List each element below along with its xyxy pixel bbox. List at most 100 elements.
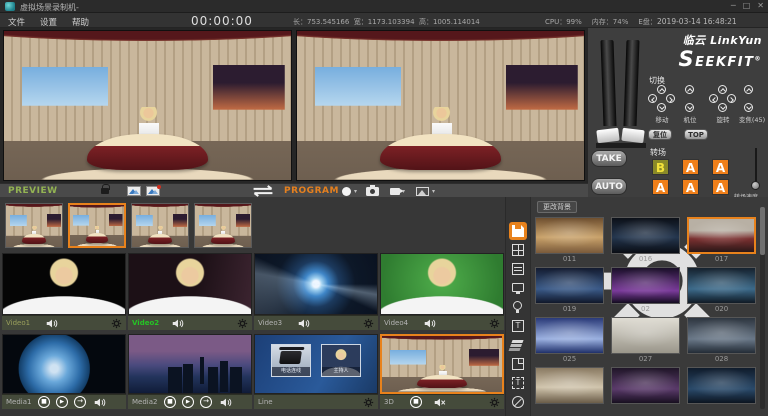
scene-thumbnail[interactable] <box>535 367 604 404</box>
transition-a-button[interactable]: A <box>682 179 699 195</box>
camera-down-button[interactable] <box>685 103 694 112</box>
rotate-left-button[interactable] <box>709 94 718 103</box>
reset-button[interactable]: 复位 <box>648 129 672 140</box>
stop-button[interactable] <box>410 396 422 408</box>
scrollbar-track[interactable] <box>760 207 765 409</box>
media1-thumbnail[interactable] <box>2 334 126 394</box>
video2-thumbnail[interactable] <box>128 253 252 315</box>
gear-icon[interactable] <box>363 318 374 329</box>
transition-a-button[interactable]: A <box>682 159 699 175</box>
rotate-right-button[interactable] <box>727 94 736 103</box>
speaker-icon[interactable] <box>220 398 232 407</box>
play-button[interactable] <box>182 396 194 408</box>
transition-b-button[interactable]: B <box>652 159 669 175</box>
image-overlay-add-icon[interactable] <box>146 186 160 196</box>
loop-button[interactable] <box>200 396 212 408</box>
transition-speed-slider[interactable] <box>751 148 761 190</box>
zoom-in-button[interactable] <box>744 85 753 94</box>
camera-preset-3[interactable] <box>131 203 189 248</box>
slider-knob[interactable] <box>751 181 760 190</box>
record-caret-icon[interactable]: ▾ <box>354 188 357 195</box>
snapshot-camera-icon[interactable] <box>366 187 379 196</box>
loop-button[interactable] <box>74 396 86 408</box>
zoom-out-button[interactable] <box>744 103 753 112</box>
text-icon[interactable] <box>509 374 527 392</box>
program-monitor[interactable] <box>296 30 585 181</box>
speaker-icon[interactable] <box>424 319 436 328</box>
picture-icon[interactable] <box>416 187 429 196</box>
swap-preview-program-icon[interactable] <box>247 185 279 197</box>
phone-line-box[interactable]: 电话连线 <box>271 344 311 376</box>
move-left-button[interactable] <box>648 94 657 103</box>
auto-button[interactable]: AUTO <box>591 178 627 195</box>
stop-button[interactable] <box>38 396 50 408</box>
video4-thumbnail[interactable] <box>380 253 504 315</box>
stop-button[interactable] <box>164 396 176 408</box>
scene-thumbnail[interactable] <box>611 217 680 254</box>
image-overlay-icon[interactable] <box>127 186 141 196</box>
transition-a-button[interactable]: A <box>712 159 729 175</box>
t-bar-handle[interactable] <box>596 128 619 144</box>
layers-icon[interactable] <box>509 336 527 354</box>
monitor-icon[interactable] <box>509 279 527 297</box>
speaker-icon[interactable] <box>46 319 58 328</box>
gear-icon[interactable] <box>237 318 248 329</box>
rotate-up-button[interactable] <box>718 85 727 94</box>
scene-thumbnail-selected[interactable] <box>687 217 756 254</box>
disable-icon[interactable] <box>509 393 527 411</box>
gear-icon[interactable] <box>111 318 122 329</box>
scene-thumbnail[interactable] <box>687 367 756 404</box>
t-bar-fader[interactable] <box>592 32 650 148</box>
menu-settings[interactable]: 设置 <box>40 16 57 28</box>
scene-thumbnail[interactable] <box>687 267 756 304</box>
camcorder-caret-icon[interactable]: ▾ <box>402 188 405 195</box>
change-background-tab[interactable]: 更改背景 <box>537 201 577 213</box>
save-icon[interactable] <box>509 222 527 240</box>
lock-icon[interactable] <box>101 188 109 194</box>
camera-preset-1[interactable] <box>5 203 63 248</box>
transition-a-button[interactable]: A <box>712 179 729 195</box>
transition-a-button[interactable]: A <box>652 179 669 195</box>
scene-thumbnail[interactable] <box>535 267 604 304</box>
subtitle-icon[interactable] <box>509 317 527 335</box>
camcorder-icon[interactable] <box>390 188 400 195</box>
speaker-icon[interactable] <box>94 398 106 407</box>
host-box[interactable]: 主持人 <box>321 344 361 376</box>
playlist-icon[interactable] <box>509 260 527 278</box>
speaker-icon[interactable] <box>298 319 310 328</box>
virtual-3d-thumbnail-selected[interactable] <box>380 334 504 394</box>
gear-icon[interactable] <box>489 318 500 329</box>
top-button[interactable]: TOP <box>684 129 708 140</box>
line-thumbnail[interactable]: 电话连线 主持人 <box>254 334 378 394</box>
take-button[interactable]: TAKE <box>591 150 627 167</box>
camera-preset-2-selected[interactable] <box>68 203 126 248</box>
maximize-button[interactable]: □ <box>743 1 751 10</box>
speaker-muted-icon[interactable] <box>434 398 446 407</box>
scene-thumbnail[interactable] <box>687 317 756 354</box>
rotate-down-button[interactable] <box>718 103 727 112</box>
camera-preset-4[interactable] <box>194 203 252 248</box>
menu-file[interactable]: 文件 <box>8 16 25 28</box>
frame-icon[interactable] <box>509 355 527 373</box>
move-down-button[interactable] <box>657 103 666 112</box>
scene-thumbnail[interactable] <box>535 217 604 254</box>
scene-thumbnail[interactable] <box>611 267 680 304</box>
media2-thumbnail[interactable] <box>128 334 252 394</box>
play-button[interactable] <box>56 396 68 408</box>
speaker-icon[interactable] <box>172 319 184 328</box>
close-button[interactable]: ✕ <box>757 1 764 10</box>
move-right-button[interactable] <box>666 94 675 103</box>
video1-thumbnail[interactable] <box>2 253 126 315</box>
layout-grid-icon[interactable] <box>509 241 527 259</box>
picture-caret-icon[interactable]: ▾ <box>432 188 435 195</box>
minimize-button[interactable]: ─ <box>731 1 736 10</box>
preview-monitor[interactable] <box>3 30 292 181</box>
camera-up-button[interactable] <box>685 85 694 94</box>
gear-icon[interactable] <box>363 397 374 408</box>
scene-thumbnail[interactable] <box>611 317 680 354</box>
record-icon[interactable] <box>342 187 351 196</box>
gear-icon[interactable] <box>509 203 527 221</box>
video3-thumbnail[interactable] <box>254 253 378 315</box>
scrollbar-thumb[interactable] <box>760 207 765 255</box>
scene-thumbnail[interactable] <box>535 317 604 354</box>
